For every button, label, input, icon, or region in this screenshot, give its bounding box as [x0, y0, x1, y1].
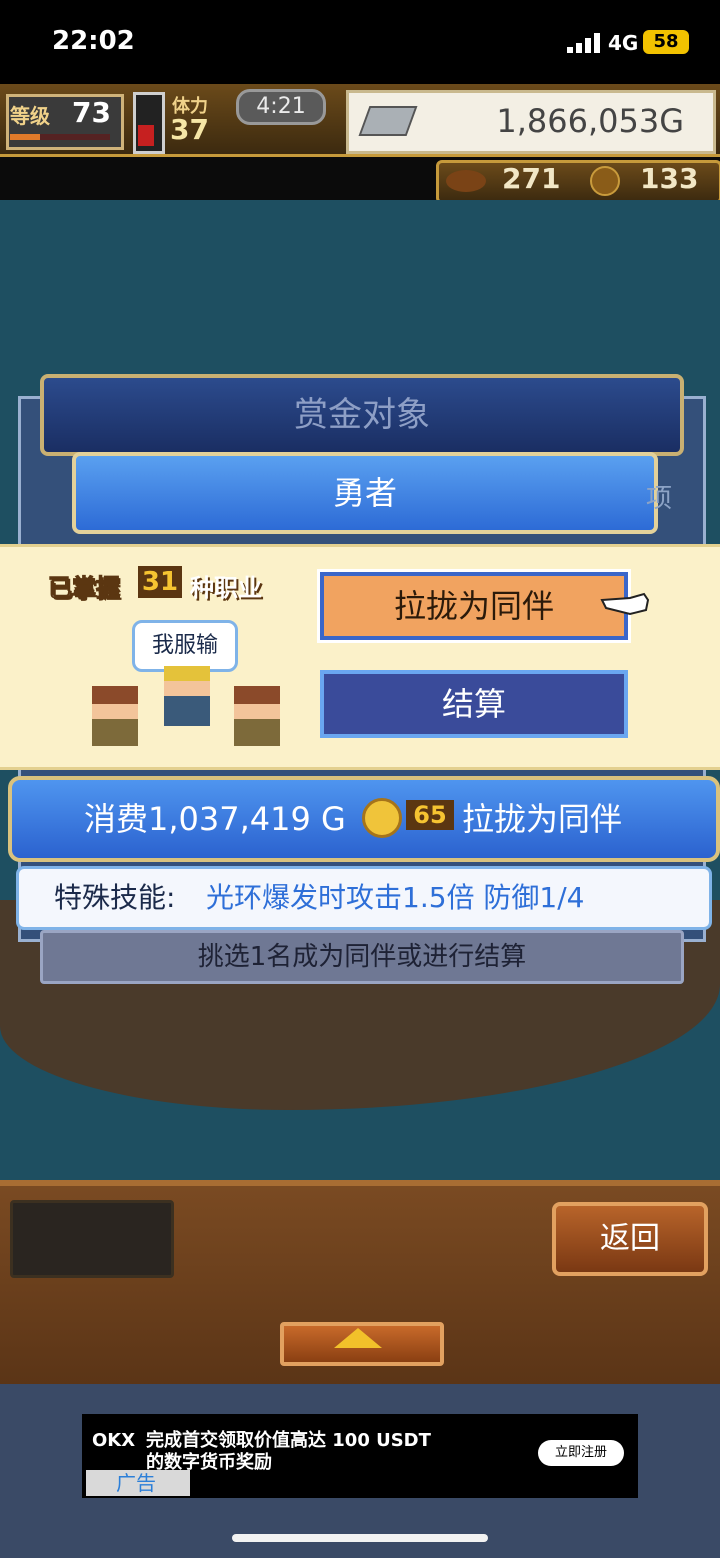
resource2-value: 133 — [640, 162, 699, 195]
character-sprite — [234, 686, 280, 746]
cost-suffix: 拉拢为同伴 — [462, 800, 623, 838]
ad-cta-button[interactable]: 立即注册 — [538, 1440, 624, 1466]
class-tab[interactable]: 勇者 — [72, 452, 658, 534]
mastered-prefix: 已掌握 — [48, 574, 121, 603]
dialog-title: 赏金对象 — [40, 374, 684, 456]
battery-icon: 58 — [643, 30, 689, 54]
hero-sprite — [164, 666, 210, 726]
ad-logo: OKX — [92, 1430, 136, 1451]
exp-bar-fill — [10, 134, 40, 140]
hint-text: 挑选1名成为同伴或进行结算 — [40, 930, 684, 984]
medal-icon — [590, 166, 620, 196]
stamina-value: 37 — [170, 113, 209, 146]
skill-label: 特殊技能: — [54, 881, 176, 914]
level-value: 73 — [72, 96, 111, 129]
timer: 4:21 — [236, 89, 326, 125]
recruit-button[interactable]: 拉拢为同伴 — [317, 569, 631, 643]
gold-amount: 1,866,053G — [496, 102, 684, 140]
empty-slot — [10, 1200, 174, 1278]
coin-icon — [362, 798, 402, 838]
level-label: 等级 — [10, 104, 50, 128]
character-sprite — [92, 686, 138, 746]
food-icon — [446, 170, 486, 192]
signal-icon — [567, 33, 600, 53]
home-indicator[interactable] — [232, 1534, 488, 1542]
coin-count: 65 — [406, 800, 454, 830]
back-button[interactable]: 返回 — [552, 1202, 708, 1276]
side-hint-text: 项 — [646, 484, 673, 514]
network-type: 4G — [608, 31, 639, 55]
mastered-suffix: 种职业 — [190, 574, 262, 602]
cost-text: 消费1,037,419 G — [84, 800, 346, 838]
settle-button[interactable]: 结算 — [320, 670, 628, 738]
stamina-gauge-fill — [138, 125, 154, 146]
speech-bubble: 我服输 — [132, 620, 238, 672]
ad-label: 广告 — [86, 1470, 190, 1496]
ad-text: 完成首交领取价值高达 100 USDT 的数字货币奖励 — [146, 1430, 431, 1473]
chevron-up-icon — [334, 1328, 382, 1348]
mastered-count: 31 — [138, 566, 182, 598]
clock: 22:02 — [52, 26, 135, 56]
pointing-hand-icon — [600, 592, 650, 616]
skill-value: 光环爆发时攻击1.5倍 防御1/4 — [206, 881, 585, 914]
resource1-value: 271 — [502, 162, 561, 195]
